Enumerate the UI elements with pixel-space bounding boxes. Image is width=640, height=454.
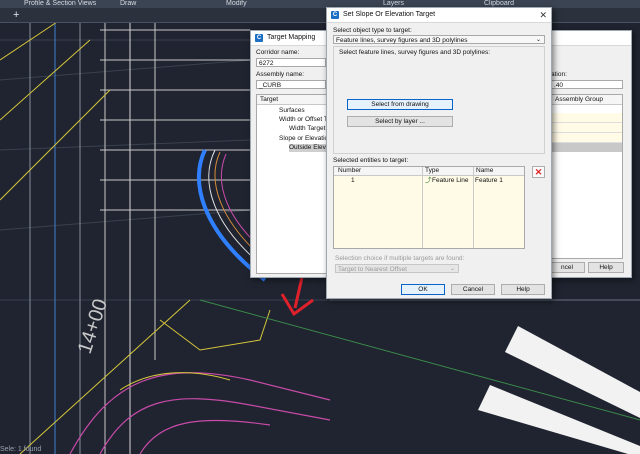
select-by-layer-button[interactable]: Select by layer ... xyxy=(347,116,453,127)
selected-entities-grid[interactable]: Number Type Name 1 ⤴ Feature Line Featur… xyxy=(333,166,525,249)
cad-white-bars xyxy=(478,326,640,454)
help-button[interactable]: Help xyxy=(501,284,545,295)
corridor-name-label: Corridor name: xyxy=(256,49,300,56)
assembly-group-grid[interactable]: Assembly Group xyxy=(551,94,623,259)
selection-choice-dropdown[interactable]: Target to Nearest Offset ⌄ xyxy=(335,264,459,273)
select-features-group: Select feature lines, survey figures and… xyxy=(333,46,545,154)
target-column-header: Target xyxy=(257,95,327,105)
target-mapping-title: Target Mapping xyxy=(267,34,316,41)
civil3d-app-icon: C xyxy=(331,11,339,19)
grid-header: Number Type Name xyxy=(334,167,524,176)
assembly-name-field: _CURB xyxy=(256,80,326,89)
row-name: Feature 1 xyxy=(475,177,503,184)
assembly-group-header: Assembly Group xyxy=(552,95,622,105)
tree-item-width-target[interactable]: Width Target xyxy=(289,125,325,133)
delete-entity-button[interactable]: ✕ xyxy=(532,166,545,178)
right-partial-field: .40 xyxy=(551,80,623,89)
target-tree[interactable]: Target Surfaces Width or Offset T Width … xyxy=(256,94,334,274)
ok-button[interactable]: OK xyxy=(401,284,445,295)
new-tab-button[interactable]: + xyxy=(13,8,19,22)
row-number: 1 xyxy=(351,177,355,184)
tree-item-width-offset[interactable]: Width or Offset T xyxy=(279,116,328,124)
object-type-dropdown[interactable]: Feature lines, survey figures and 3D pol… xyxy=(333,35,545,44)
ribbon-tab-draw[interactable]: Draw xyxy=(120,0,136,8)
select-from-drawing-button[interactable]: Select from drawing xyxy=(347,99,453,110)
civil3d-app-icon: C xyxy=(255,34,263,42)
selection-choice-label: Selection choice if multiple targets are… xyxy=(335,255,465,262)
target-mapping-help-button[interactable]: Help xyxy=(588,262,624,273)
slope-dialog-title: Set Slope Or Elevation Target xyxy=(343,11,436,18)
selected-entities-label: Selected entities to target: xyxy=(333,157,409,164)
set-slope-elevation-dialog: C Set Slope Or Elevation Target ✕ Select… xyxy=(326,7,552,299)
delete-icon: ✕ xyxy=(534,167,543,177)
command-status-text: Sele: 1 found xyxy=(0,446,42,453)
assembly-group-row xyxy=(552,123,622,133)
column-number[interactable]: Number xyxy=(336,167,361,175)
ribbon-tab-modify[interactable]: Modify xyxy=(226,0,247,8)
tree-item-surfaces[interactable]: Surfaces xyxy=(279,107,305,115)
assembly-name-label: Assembly name: xyxy=(256,71,305,78)
feature-line-icon: ⤴ xyxy=(425,177,432,184)
ribbon-tab-profile[interactable]: Profile & Section Views xyxy=(24,0,96,8)
corridor-name-field: 6272 xyxy=(256,58,326,67)
chevron-down-icon: ⌄ xyxy=(535,37,541,43)
column-name[interactable]: Name xyxy=(474,167,493,175)
select-object-type-label: Select object type to target: xyxy=(333,27,412,34)
column-type[interactable]: Type xyxy=(423,167,439,175)
chevron-down-icon: ⌄ xyxy=(449,266,455,272)
assembly-group-row-selected xyxy=(552,143,622,152)
object-type-value: Feature lines, survey figures and 3D pol… xyxy=(336,37,468,44)
selection-choice-value: Target to Nearest Offset xyxy=(338,266,407,273)
table-row[interactable]: 1 ⤴ Feature Line Feature 1 xyxy=(334,177,524,185)
slope-dialog-titlebar[interactable]: C Set Slope Or Elevation Target ✕ xyxy=(327,8,551,23)
assembly-group-row xyxy=(552,133,622,143)
cancel-button[interactable]: Cancel xyxy=(451,284,495,295)
close-icon[interactable]: ✕ xyxy=(539,8,547,22)
select-features-label: Select feature lines, survey figures and… xyxy=(339,49,491,56)
right-partial-label: ation: xyxy=(551,71,567,78)
tree-item-slope-elevation[interactable]: Slope or Elevation xyxy=(279,135,332,143)
target-mapping-cancel-button[interactable]: ncel xyxy=(549,262,585,273)
row-type: Feature Line xyxy=(432,177,469,184)
assembly-group-row xyxy=(552,113,622,123)
